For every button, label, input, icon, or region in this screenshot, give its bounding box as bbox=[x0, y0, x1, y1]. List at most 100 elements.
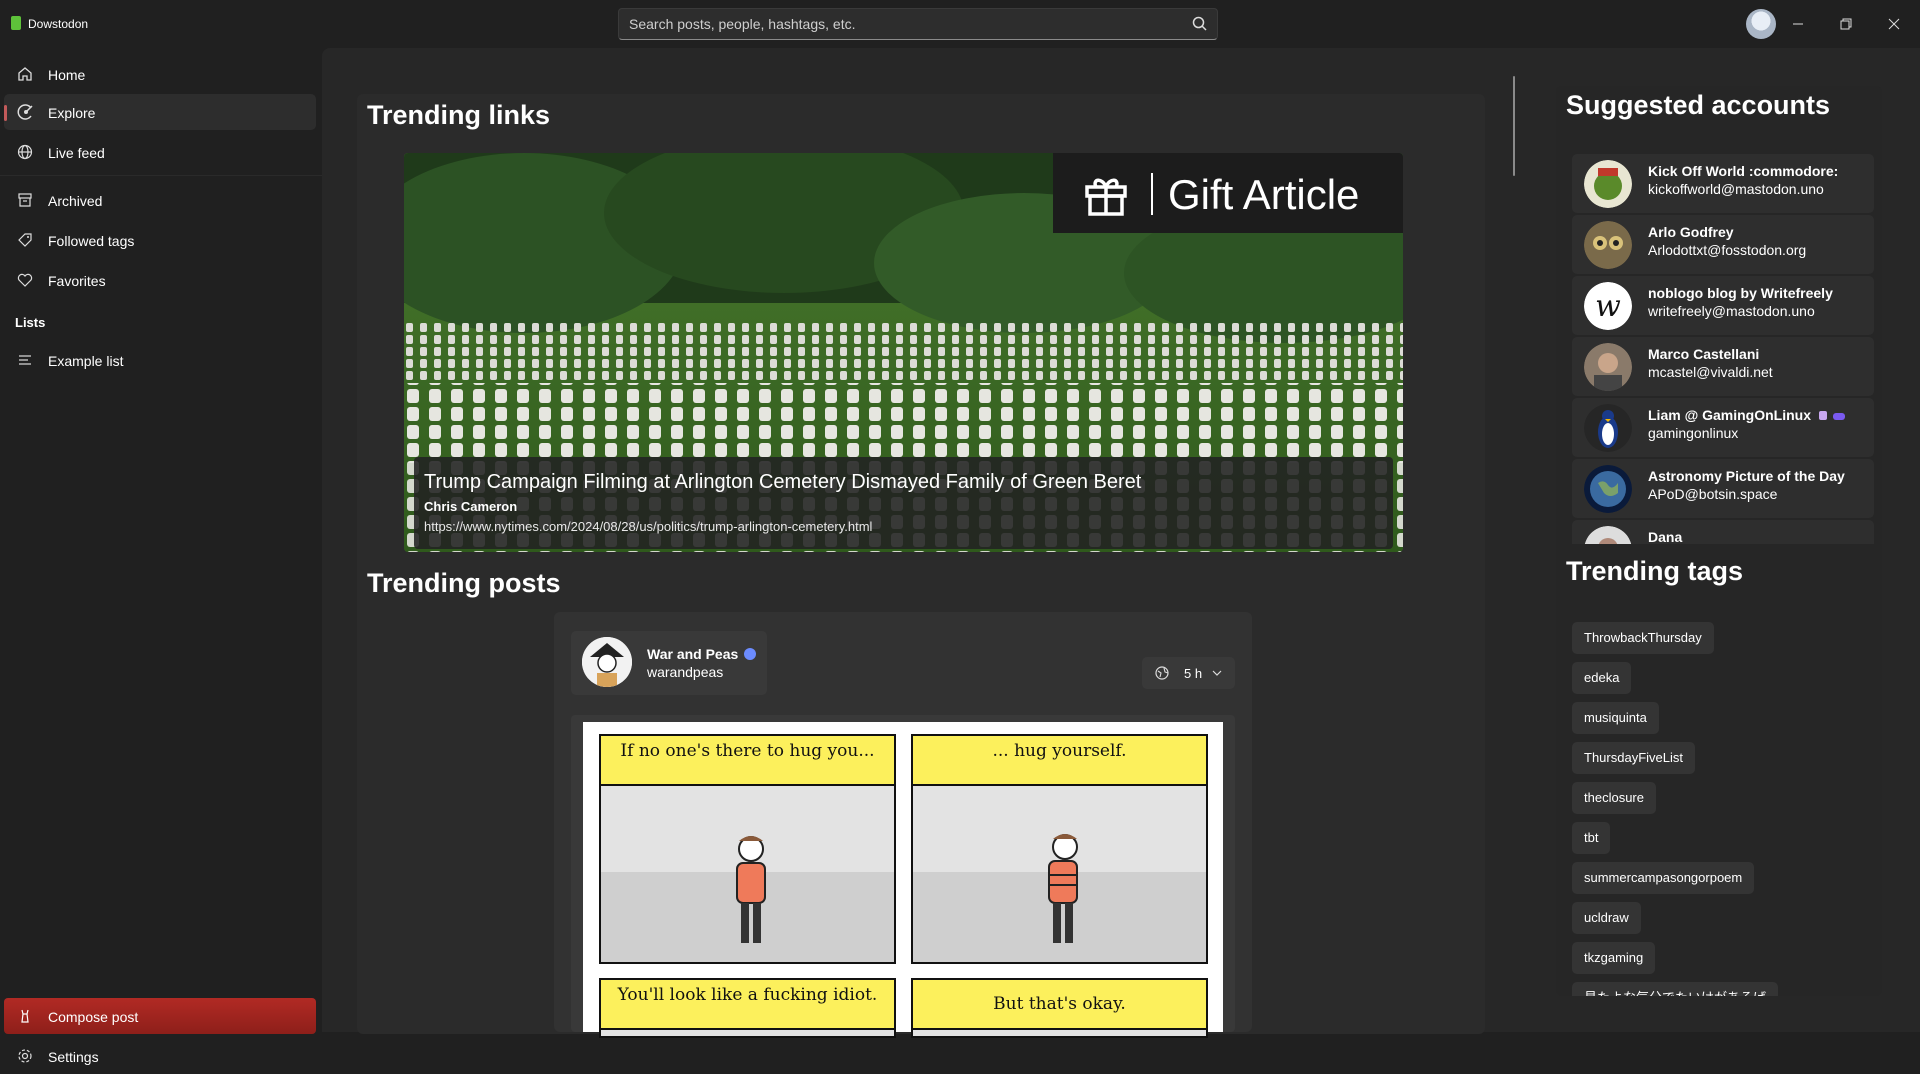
nav-list-example[interactable]: Example list bbox=[4, 342, 316, 378]
suggested-account[interactable]: Astronomy Picture of the Day APoD@botsin… bbox=[1572, 459, 1874, 518]
trending-tag[interactable]: ThursdayFiveList bbox=[1572, 742, 1695, 774]
person-avatar-icon bbox=[1584, 343, 1632, 391]
scrollbar[interactable] bbox=[1513, 76, 1515, 176]
nav-archived[interactable]: Archived bbox=[4, 182, 316, 218]
account-name: Arlo Godfrey bbox=[1648, 224, 1734, 240]
gift-icon bbox=[1085, 178, 1127, 216]
tag-icon bbox=[18, 233, 32, 247]
search-icon[interactable] bbox=[1191, 15, 1209, 33]
tag-overflow-clip: 見たよな気分でたいけがあるげ bbox=[1572, 982, 1872, 996]
comic-caption-1: If no one's there to hug you... bbox=[601, 736, 894, 786]
war-and-peas-avatar-icon bbox=[582, 637, 632, 687]
link-url[interactable]: https://www.nytimes.com/2024/08/28/us/po… bbox=[424, 519, 872, 534]
trending-tag[interactable]: musiquinta bbox=[1572, 702, 1659, 734]
post-author-handle: warandpeas bbox=[647, 664, 724, 680]
comic-image: If no one's there to hug you... ... hug … bbox=[583, 722, 1223, 1038]
gift-divider bbox=[1151, 173, 1153, 215]
trending-tag[interactable]: summercampasongorpoem bbox=[1572, 862, 1755, 894]
bot-icon bbox=[1832, 413, 1845, 420]
nav-divider bbox=[0, 175, 322, 176]
post-author[interactable]: War and Peas warandpeas bbox=[571, 631, 767, 695]
comic-panel-1: If no one's there to hug you... bbox=[599, 734, 896, 964]
link-title[interactable]: Trump Campaign Filming at Arlington Ceme… bbox=[424, 471, 1141, 494]
suggested-account[interactable]: Liam @ GamingOnLinux gamingonlinux bbox=[1572, 398, 1874, 457]
restore-button[interactable] bbox=[1832, 10, 1860, 38]
trending-tag[interactable]: ThrowbackThursday bbox=[1572, 622, 1714, 654]
account-avatar bbox=[1584, 221, 1632, 269]
link-author: Chris Cameron bbox=[424, 499, 518, 514]
nav-live-feed-label: Live feed bbox=[48, 145, 105, 161]
suggested-account[interactable]: Dana bbox=[1572, 520, 1874, 544]
suggested-account[interactable]: Kick Off World :commodore: kickoffworld@… bbox=[1572, 154, 1874, 213]
trending-tag[interactable]: edeka bbox=[1572, 662, 1632, 694]
right-panel: Suggested accounts Kick Off World :commo… bbox=[1556, 86, 1882, 996]
explore-icon bbox=[17, 104, 33, 120]
post-avatar[interactable] bbox=[582, 637, 632, 687]
compose-post-button[interactable]: Compose post bbox=[4, 998, 316, 1034]
nav-favorites[interactable]: Favorites bbox=[4, 262, 316, 298]
heart-icon bbox=[17, 273, 33, 287]
trending-tag[interactable]: tkzgaming bbox=[1572, 942, 1656, 974]
nav-explore[interactable]: Explore bbox=[4, 94, 316, 130]
home-icon bbox=[18, 67, 32, 81]
trending-links-title: Trending links bbox=[367, 100, 551, 130]
owl-avatar-icon bbox=[1584, 221, 1632, 269]
verified-icon bbox=[744, 648, 757, 660]
globe-icon bbox=[17, 144, 33, 160]
nav-home[interactable]: Home bbox=[4, 56, 316, 92]
search-input[interactable] bbox=[629, 9, 1179, 39]
post-media[interactable]: If no one's there to hug you... ... hug … bbox=[571, 715, 1235, 1038]
suggested-account[interactable]: Marco Castellani mcastel@vivaldi.net bbox=[1572, 337, 1874, 396]
account-handle: Arlodottxt@fosstodon.org bbox=[1648, 242, 1807, 258]
person-avatar-icon bbox=[1584, 526, 1632, 544]
search-box[interactable] bbox=[618, 8, 1218, 40]
account-avatar bbox=[1584, 404, 1632, 452]
kick-off-world-avatar-icon bbox=[1584, 160, 1632, 208]
trending-posts-title: Trending posts bbox=[367, 568, 561, 598]
account-avatar bbox=[1584, 465, 1632, 513]
account-handle: mcastel@vivaldi.net bbox=[1648, 364, 1773, 380]
writefreely-avatar-icon: w bbox=[1584, 282, 1632, 330]
account-avatar bbox=[1584, 526, 1632, 544]
lists-header: Lists bbox=[15, 315, 46, 330]
nav-live-feed[interactable]: Live feed bbox=[4, 134, 316, 170]
comic-figure-hugging-icon bbox=[1048, 834, 1078, 943]
compose-icon bbox=[21, 1009, 29, 1023]
comic-caption-4: But that's okay. bbox=[913, 980, 1206, 1030]
list-icon bbox=[19, 355, 31, 365]
comic-caption-3: You'll look like a fucking idiot. bbox=[601, 980, 894, 1030]
account-name: Marco Castellani bbox=[1648, 346, 1760, 362]
nav-settings[interactable]: Settings bbox=[4, 1038, 316, 1074]
nav-archived-label: Archived bbox=[48, 193, 103, 209]
comic-caption-2: ... hug yourself. bbox=[913, 736, 1206, 786]
close-icon bbox=[1888, 18, 1900, 30]
suggested-account[interactable]: w noblogo blog by Writefreely writefreel… bbox=[1572, 276, 1874, 335]
close-button[interactable] bbox=[1880, 10, 1908, 38]
lock-icon bbox=[1818, 411, 1827, 420]
user-avatar[interactable] bbox=[1746, 9, 1776, 39]
chevron-down-icon bbox=[1212, 670, 1222, 676]
comic-panel-4: But that's okay. bbox=[911, 978, 1208, 1038]
app-logo-icon bbox=[11, 16, 21, 30]
trending-link-card[interactable]: Gift Article Trump Campaign Filming at A… bbox=[404, 153, 1403, 552]
globe-visibility-icon bbox=[1155, 666, 1169, 680]
account-avatar bbox=[1584, 343, 1632, 391]
account-avatar: w bbox=[1584, 282, 1632, 330]
post-visibility-time[interactable]: 5 h bbox=[1142, 657, 1235, 689]
trending-tag[interactable]: theclosure bbox=[1572, 782, 1656, 814]
post-author-name: War and Peas bbox=[647, 646, 757, 662]
archive-icon bbox=[18, 193, 32, 207]
account-handle: writefreely@mastodon.uno bbox=[1648, 303, 1815, 319]
nav-list-example-label: Example list bbox=[48, 353, 124, 369]
trending-tag[interactable]: tbt bbox=[1572, 822, 1611, 854]
account-handle: APoD@botsin.space bbox=[1648, 486, 1778, 502]
trending-tag[interactable]: ucldraw bbox=[1572, 902, 1641, 934]
suggested-account[interactable]: Arlo Godfrey Arlodottxt@fosstodon.org bbox=[1572, 215, 1874, 274]
earth-avatar-icon bbox=[1584, 465, 1632, 513]
comic-figure-icon bbox=[736, 836, 766, 943]
trending-tag[interactable]: 見たよな気分でたいけがあるげ bbox=[1572, 982, 1779, 996]
nav-home-label: Home bbox=[48, 67, 86, 83]
account-handle: gamingonlinux bbox=[1648, 425, 1739, 441]
minimize-button[interactable] bbox=[1784, 10, 1812, 38]
nav-followed-tags[interactable]: Followed tags bbox=[4, 222, 316, 258]
